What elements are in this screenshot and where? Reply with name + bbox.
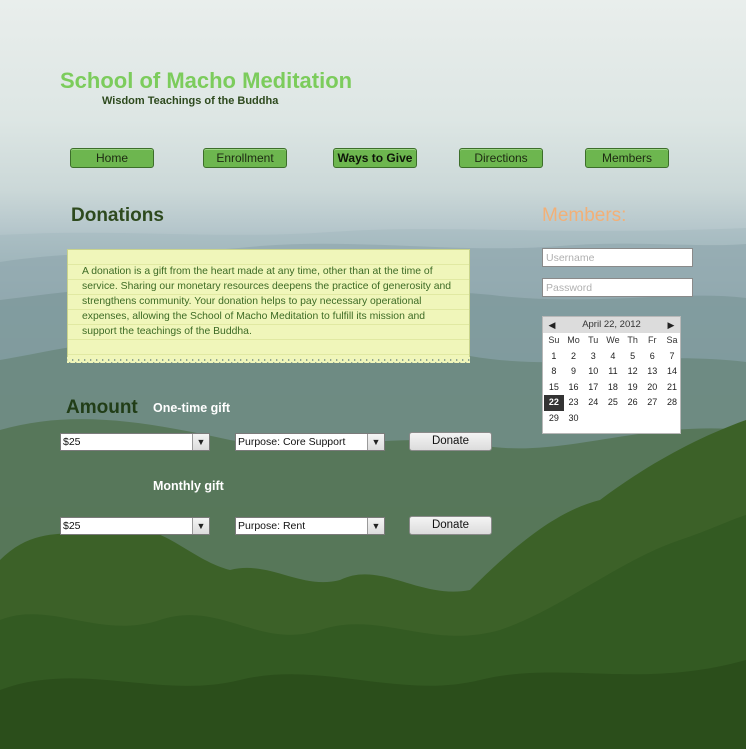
calendar-weekday: Mo	[567, 335, 580, 345]
calendar-day[interactable]: 17	[583, 380, 603, 396]
monthly-purpose-value: Purpose: Rent	[238, 520, 306, 532]
calendar-weekday: Su	[548, 335, 560, 345]
calendar-day[interactable]: 2	[564, 349, 584, 365]
one-time-amount-select[interactable]: $25 ▼	[60, 433, 210, 451]
nav-home-button[interactable]: Home	[70, 148, 154, 168]
calendar-day[interactable]: 29	[544, 411, 564, 427]
calendar-day[interactable]: 18	[603, 380, 623, 396]
calendar-day[interactable]: 15	[544, 380, 564, 396]
dropdown-arrow-icon[interactable]: ▼	[192, 518, 209, 534]
nav-directions-button[interactable]: Directions	[459, 148, 543, 168]
calendar-day[interactable]: 23	[564, 395, 584, 411]
calendar-day[interactable]: 30	[564, 411, 584, 427]
calendar-header: ◀ April 22, 2012 ▶	[543, 317, 680, 333]
site-tagline: Wisdom Teachings of the Buddha	[102, 95, 279, 107]
calendar-day[interactable]: 11	[603, 364, 623, 380]
calendar-day[interactable]: 16	[564, 380, 584, 396]
calendar-day[interactable]: 27	[642, 395, 662, 411]
one-time-amount-value: $25	[63, 436, 81, 448]
calendar-day[interactable]: 8	[544, 364, 564, 380]
prev-month-icon[interactable]: ◀	[545, 317, 559, 333]
calendar-grid: Su Mo Tu We Th Fr Sa 1 2 3 4 5 6 7 8 9 10 11 12 13 14 15 16 17 1…	[543, 333, 680, 427]
calendar-day[interactable]: 5	[623, 349, 643, 365]
calendar-weekday: Th	[627, 335, 638, 345]
nav-ways-to-give-button[interactable]: Ways to Give	[333, 148, 417, 168]
dropdown-arrow-icon[interactable]: ▼	[367, 518, 384, 534]
calendar-weekday: Sa	[666, 335, 678, 345]
donations-text: A donation is a gift from the heart made…	[82, 266, 452, 337]
monthly-amount-value: $25	[63, 520, 81, 532]
calendar-day-selected[interactable]: 22	[544, 395, 564, 411]
calendar-day[interactable]: 20	[642, 380, 662, 396]
calendar-weekday: Fr	[648, 335, 657, 345]
calendar-weekday: Tu	[588, 335, 599, 345]
calendar-day[interactable]: 4	[603, 349, 623, 365]
password-input[interactable]	[542, 278, 693, 297]
calendar-widget: ◀ April 22, 2012 ▶ Su Mo Tu We Th Fr Sa 1 2 3 4 5 6 7…	[542, 316, 681, 434]
monthly-amount-select[interactable]: $25 ▼	[60, 517, 210, 535]
monthly-purpose-select[interactable]: Purpose: Rent ▼	[235, 517, 385, 535]
calendar-day[interactable]: 26	[623, 395, 643, 411]
monthly-donate-button[interactable]: Donate	[409, 516, 492, 535]
one-time-purpose-select[interactable]: Purpose: Core Support ▼	[235, 433, 385, 451]
calendar-day[interactable]: 12	[623, 364, 643, 380]
one-time-gift-label: One-time gift	[153, 401, 231, 415]
members-heading: Members:	[542, 205, 627, 226]
calendar-day[interactable]: 19	[623, 380, 643, 396]
calendar-day[interactable]: 6	[642, 349, 662, 365]
calendar-day[interactable]: 9	[564, 364, 584, 380]
calendar-day[interactable]: 1	[544, 349, 564, 365]
calendar-day[interactable]: 25	[603, 395, 623, 411]
donations-note: A donation is a gift from the heart made…	[67, 249, 470, 363]
donations-heading: Donations	[71, 205, 164, 226]
calendar-day[interactable]: 28	[662, 395, 682, 411]
calendar-day[interactable]: 10	[583, 364, 603, 380]
amount-heading: Amount	[66, 397, 138, 418]
one-time-purpose-value: Purpose: Core Support	[238, 436, 346, 448]
dropdown-arrow-icon[interactable]: ▼	[192, 434, 209, 450]
calendar-day[interactable]: 13	[642, 364, 662, 380]
dropdown-arrow-icon[interactable]: ▼	[367, 434, 384, 450]
calendar-day[interactable]: 3	[583, 349, 603, 365]
calendar-weekday: We	[606, 335, 620, 345]
calendar-day[interactable]: 21	[662, 380, 682, 396]
site-title: School of Macho Meditation	[60, 68, 353, 93]
next-month-icon[interactable]: ▶	[664, 317, 678, 333]
username-input[interactable]	[542, 248, 693, 267]
calendar-day[interactable]: 7	[662, 349, 682, 365]
calendar-day[interactable]: 14	[662, 364, 682, 380]
nav-members-button[interactable]: Members	[585, 148, 669, 168]
nav-enrollment-button[interactable]: Enrollment	[203, 148, 287, 168]
calendar-day[interactable]: 24	[583, 395, 603, 411]
calendar-title: April 22, 2012	[582, 319, 641, 330]
monthly-gift-label: Monthly gift	[153, 479, 224, 493]
one-time-donate-button[interactable]: Donate	[409, 432, 492, 451]
